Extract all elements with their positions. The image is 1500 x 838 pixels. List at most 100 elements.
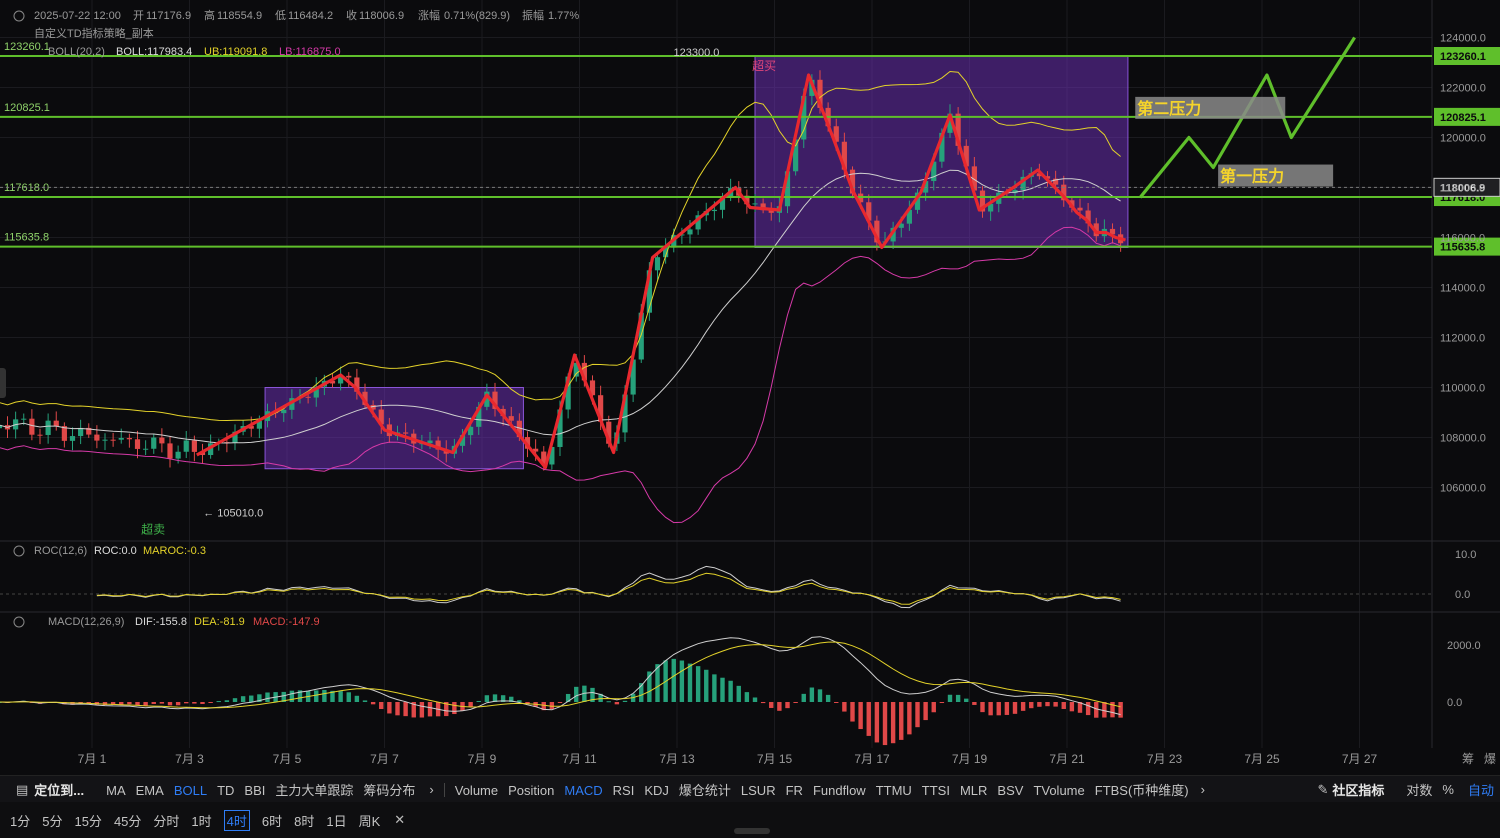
timeframe-1日[interactable]: 1日 xyxy=(326,811,346,830)
candle-body xyxy=(346,375,352,378)
timeframe-分时[interactable]: 分时 xyxy=(153,811,179,830)
timeframe-list: 1分 5分 15分 45分 分时 1时 4时 6时 8时 1日 周K xyxy=(4,809,386,831)
candle-body xyxy=(191,440,197,452)
macd-name: MACD(12,26,9) xyxy=(48,616,124,628)
candle-body xyxy=(21,418,27,420)
price-chart[interactable]: 123260.1 123260.1 120825.1 120825.1 117618.0… xyxy=(0,0,1500,775)
level-label: 115635.8 xyxy=(4,232,49,244)
timeframe-45分[interactable]: 45分 xyxy=(114,811,141,830)
main-indicator-bbi[interactable]: BBI xyxy=(244,783,265,798)
corner-label: 爆 xyxy=(1484,752,1496,766)
timeframe-1时[interactable]: 1时 xyxy=(191,811,211,830)
macd-histogram-bar xyxy=(955,694,961,702)
macd-histogram-bar xyxy=(208,702,213,703)
macd-histogram-bar xyxy=(1012,702,1018,714)
main-indicator-ema[interactable]: EMA xyxy=(136,783,164,798)
main-indicator-ma[interactable]: MA xyxy=(106,783,126,798)
timeframe-6时[interactable]: 6时 xyxy=(262,811,282,830)
macd-histogram-bar xyxy=(395,702,400,716)
macd-histogram-bar xyxy=(476,700,481,702)
timeframe-1分[interactable]: 1分 xyxy=(10,811,30,830)
macd-histogram-bar xyxy=(143,702,148,706)
community-indicators[interactable]: 社区指标 xyxy=(1332,780,1384,799)
macd-histogram-bar xyxy=(370,702,376,705)
macd-histogram-bar xyxy=(882,702,888,746)
locate-button[interactable]: 定位到... xyxy=(34,780,84,799)
sub-indicator-fundflow[interactable]: Fundflow xyxy=(813,783,866,798)
macd-histogram-bar xyxy=(379,702,384,710)
sub-indicator-macd[interactable]: MACD xyxy=(564,783,602,798)
macd-histogram-bar xyxy=(1029,702,1034,709)
auto-scale-toggle[interactable]: 自动 xyxy=(1468,780,1494,799)
date-axis-label: 7月 17 xyxy=(854,752,890,766)
locate-icon[interactable]: ▤ xyxy=(16,782,28,798)
sub-indicator-ttsi[interactable]: TTSI xyxy=(922,783,950,798)
price-axis-label: 124000.0 xyxy=(1440,33,1486,45)
candle-body xyxy=(508,416,514,421)
boll-lb-value: LB:116875.0 xyxy=(279,46,341,58)
candle-body xyxy=(167,443,173,459)
candle-body xyxy=(118,437,124,440)
sub-indicator-爆仓统计[interactable]: 爆仓统计 xyxy=(679,780,731,799)
macd-histogram-bar xyxy=(817,689,823,702)
macd-histogram-bar xyxy=(240,696,246,702)
macd-histogram-bar xyxy=(964,698,969,702)
price-axis-label: 118000.0 xyxy=(1440,183,1485,195)
sub-indicator-kdj[interactable]: KDJ xyxy=(644,783,669,798)
macd-histogram-bar xyxy=(874,702,880,743)
macd-histogram-bar xyxy=(192,702,197,704)
macd-histogram-bar xyxy=(866,702,871,736)
sub-indicator-ftbs(币种维度)[interactable]: FTBS(币种维度) xyxy=(1095,780,1189,799)
date-axis-label: 7月 25 xyxy=(1244,752,1280,766)
sub-indicator-bsv[interactable]: BSV xyxy=(997,783,1023,798)
macd-histogram-bar xyxy=(614,702,620,705)
timeframe-5分[interactable]: 5分 xyxy=(42,811,62,830)
chevron-right-icon[interactable]: › xyxy=(1201,782,1205,797)
panel-handle[interactable] xyxy=(0,368,6,398)
sub-indicator-lsur[interactable]: LSUR xyxy=(741,783,776,798)
main-indicator-筹码分布[interactable]: 筹码分布 xyxy=(363,780,415,799)
percent-scale-toggle[interactable]: % xyxy=(1442,782,1454,797)
edit-icon[interactable]: ✎ xyxy=(1317,782,1328,798)
sub-indicator-fr[interactable]: FR xyxy=(786,783,803,798)
price-axis-label: 114000.0 xyxy=(1440,283,1485,295)
date-axis-label: 7月 3 xyxy=(175,752,204,766)
close-icon[interactable]: ✕ xyxy=(394,812,405,828)
main-indicator-主力大单跟踪[interactable]: 主力大单跟踪 xyxy=(275,780,353,799)
sub-indicator-ttmu[interactable]: TTMU xyxy=(876,783,912,798)
sub-indicator-list: Volume Position MACD RSI KDJ 爆仓统计 LSUR FR Fundfl… xyxy=(455,780,1199,799)
date-axis-label: 7月 13 xyxy=(659,752,695,766)
timeframe-4时[interactable]: 4时 xyxy=(223,809,250,831)
log-scale-toggle[interactable]: 对数 xyxy=(1406,780,1432,799)
resistance-label: 第一压力 xyxy=(1220,167,1284,186)
price-axis-label: 108000.0 xyxy=(1440,433,1486,445)
macd-histogram-bar xyxy=(232,698,238,702)
macd-histogram-bar xyxy=(825,694,831,702)
sub-indicator-rsi[interactable]: RSI xyxy=(613,783,635,798)
main-indicator-boll[interactable]: BOLL xyxy=(174,783,207,798)
date-axis-label: 7月 11 xyxy=(562,752,597,766)
macd-histogram-bar xyxy=(947,694,953,702)
candle-body xyxy=(687,229,693,235)
main-indicator-td[interactable]: TD xyxy=(217,783,234,798)
amp-value: 1.77% xyxy=(548,10,579,22)
sub-indicator-volume[interactable]: Volume xyxy=(455,783,498,798)
timeframe-15分[interactable]: 15分 xyxy=(74,811,101,830)
macd-histogram-bar xyxy=(1053,702,1058,707)
sub-indicator-position[interactable]: Position xyxy=(508,783,554,798)
amp-label: 振幅 xyxy=(522,8,544,22)
chevron-right-icon[interactable]: › xyxy=(429,782,433,797)
timeframe-周K[interactable]: 周K xyxy=(359,811,381,830)
sub-indicator-mlr[interactable]: MLR xyxy=(960,783,987,798)
macd-histogram-bar xyxy=(923,702,928,721)
price-axis-label: 120000.0 xyxy=(1440,133,1486,145)
macd-histogram-bar xyxy=(899,702,904,740)
scrollbar[interactable] xyxy=(734,828,770,834)
price-axis-label: 116000.0 xyxy=(1440,233,1485,245)
macd-histogram-bar xyxy=(151,702,156,704)
sub-indicator-tvolume[interactable]: TVolume xyxy=(1033,783,1084,798)
boll-name: BOLL(20,2) xyxy=(48,46,105,58)
indicator-toolbar: ▤ 定位到... MA EMA BOLL TD BBI 主力大单跟踪 筹码分布 › Volu… xyxy=(0,775,1500,803)
divider xyxy=(443,782,445,797)
timeframe-8时[interactable]: 8时 xyxy=(294,811,314,830)
